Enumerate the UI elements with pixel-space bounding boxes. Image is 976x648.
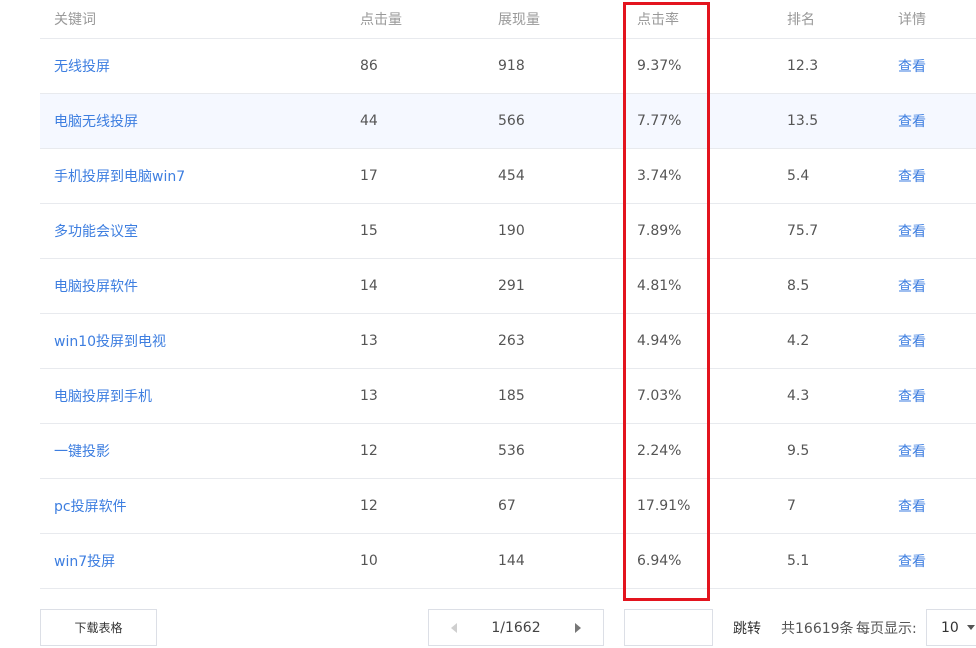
- ctr-cell: 17.91%: [637, 498, 691, 514]
- ctr-cell: 4.94%: [637, 333, 682, 349]
- ctr-cell: 7.77%: [637, 113, 682, 129]
- table-row: win7投屏 10 144 6.94% 5.1 查看: [40, 534, 976, 589]
- header-detail: 详情: [898, 12, 926, 28]
- impressions-cell: 144: [498, 553, 525, 569]
- header-impressions[interactable]: 展现量: [498, 0, 540, 38]
- keyword-link[interactable]: pc投屏软件: [54, 479, 127, 533]
- header-rank[interactable]: 排名: [787, 0, 815, 38]
- jump-page-input[interactable]: [624, 609, 713, 646]
- table-row: 电脑投屏到手机 13 185 7.03% 4.3 查看: [40, 369, 976, 424]
- header-keyword: 关键词: [54, 12, 96, 28]
- rank-cell: 12.3: [787, 58, 819, 74]
- ctr-cell: 7.89%: [637, 223, 682, 239]
- next-page-button[interactable]: [563, 610, 593, 645]
- header-clicks[interactable]: 点击量: [360, 0, 402, 38]
- clicks-cell: 10: [360, 553, 378, 569]
- jump-button[interactable]: 跳转: [733, 609, 761, 646]
- impressions-cell: 291: [498, 278, 525, 294]
- view-detail-link[interactable]: 查看: [898, 149, 926, 203]
- clicks-cell: 13: [360, 388, 378, 404]
- clicks-cell: 14: [360, 278, 378, 294]
- ctr-cell: 9.37%: [637, 58, 682, 74]
- rank-cell: 13.5: [787, 113, 819, 129]
- rank-cell: 4.3: [787, 388, 810, 404]
- keyword-table: 关键词 点击量 展现量 点击率 排名 详情 无线投屏 86 918 9.37% 12.3…: [40, 0, 976, 589]
- view-detail-link[interactable]: 查看: [898, 39, 926, 93]
- keyword-link[interactable]: win7投屏: [54, 534, 115, 588]
- keyword-link[interactable]: 电脑无线投屏: [54, 94, 138, 148]
- ctr-cell: 6.94%: [637, 553, 682, 569]
- rank-cell: 4.2: [787, 333, 810, 349]
- impressions-cell: 454: [498, 168, 525, 184]
- table-row: 手机投屏到电脑win7 17 454 3.74% 5.4 查看: [40, 149, 976, 204]
- keyword-link[interactable]: 多功能会议室: [54, 204, 138, 258]
- clicks-cell: 44: [360, 113, 378, 129]
- table-row: 电脑无线投屏 44 566 7.77% 13.5 查看: [40, 94, 976, 149]
- view-detail-link[interactable]: 查看: [898, 479, 926, 533]
- keyword-link[interactable]: win10投屏到电视: [54, 314, 166, 368]
- header-ctr[interactable]: 点击率: [637, 0, 679, 38]
- clicks-cell: 12: [360, 498, 378, 514]
- per-page-value: 10: [941, 619, 959, 636]
- rank-cell: 75.7: [787, 223, 819, 239]
- chevron-right-icon: [575, 622, 581, 633]
- clicks-cell: 15: [360, 223, 378, 239]
- view-detail-link[interactable]: 查看: [898, 259, 926, 313]
- rank-cell: 7: [787, 498, 796, 514]
- impressions-cell: 536: [498, 443, 525, 459]
- keyword-link[interactable]: 无线投屏: [54, 39, 110, 93]
- impressions-cell: 918: [498, 58, 525, 74]
- view-detail-link[interactable]: 查看: [898, 534, 926, 588]
- table-row: pc投屏软件 12 67 17.91% 7 查看: [40, 479, 976, 534]
- impressions-cell: 185: [498, 388, 525, 404]
- ctr-cell: 2.24%: [637, 443, 682, 459]
- rank-cell: 8.5: [787, 278, 810, 294]
- table-body: 无线投屏 86 918 9.37% 12.3 查看 电脑无线投屏 44 566 7.77% 13.5…: [40, 39, 976, 589]
- clicks-cell: 86: [360, 58, 378, 74]
- ctr-cell: 4.81%: [637, 278, 682, 294]
- keyword-link[interactable]: 电脑投屏到手机: [54, 369, 152, 423]
- table-row: 电脑投屏软件 14 291 4.81% 8.5 查看: [40, 259, 976, 314]
- view-detail-link[interactable]: 查看: [898, 369, 926, 423]
- pagination: 1/1662: [428, 609, 604, 646]
- table-row: 多功能会议室 15 190 7.89% 75.7 查看: [40, 204, 976, 259]
- clicks-cell: 13: [360, 333, 378, 349]
- clicks-cell: 12: [360, 443, 378, 459]
- impressions-cell: 566: [498, 113, 525, 129]
- rank-cell: 9.5: [787, 443, 810, 459]
- rank-cell: 5.4: [787, 168, 810, 184]
- view-detail-link[interactable]: 查看: [898, 314, 926, 368]
- impressions-cell: 190: [498, 223, 525, 239]
- view-detail-link[interactable]: 查看: [898, 424, 926, 478]
- rank-cell: 5.1: [787, 553, 810, 569]
- table-header-row: 关键词 点击量 展现量 点击率 排名 详情: [40, 0, 976, 39]
- impressions-cell: 67: [498, 498, 516, 514]
- clicks-cell: 17: [360, 168, 378, 184]
- impressions-cell: 263: [498, 333, 525, 349]
- keyword-link[interactable]: 一键投影: [54, 424, 110, 478]
- total-count: 共16619条: [781, 620, 854, 637]
- keyword-link[interactable]: 电脑投屏软件: [54, 259, 138, 313]
- view-detail-link[interactable]: 查看: [898, 94, 926, 148]
- per-page-select[interactable]: 10: [926, 609, 976, 646]
- view-detail-link[interactable]: 查看: [898, 204, 926, 258]
- keyword-link[interactable]: 手机投屏到电脑win7: [54, 149, 185, 203]
- download-table-button[interactable]: 下载表格: [40, 609, 157, 646]
- table-row: 无线投屏 86 918 9.37% 12.3 查看: [40, 39, 976, 94]
- table-row: win10投屏到电视 13 263 4.94% 4.2 查看: [40, 314, 976, 369]
- ctr-cell: 7.03%: [637, 388, 682, 404]
- table-footer: 下载表格 1/1662 跳转 共16619条 每页显示: 10: [0, 609, 976, 648]
- table-row: 一键投影 12 536 2.24% 9.5 查看: [40, 424, 976, 479]
- ctr-cell: 3.74%: [637, 168, 682, 184]
- per-page-label: 每页显示:: [856, 620, 917, 637]
- caret-down-icon: [966, 625, 975, 630]
